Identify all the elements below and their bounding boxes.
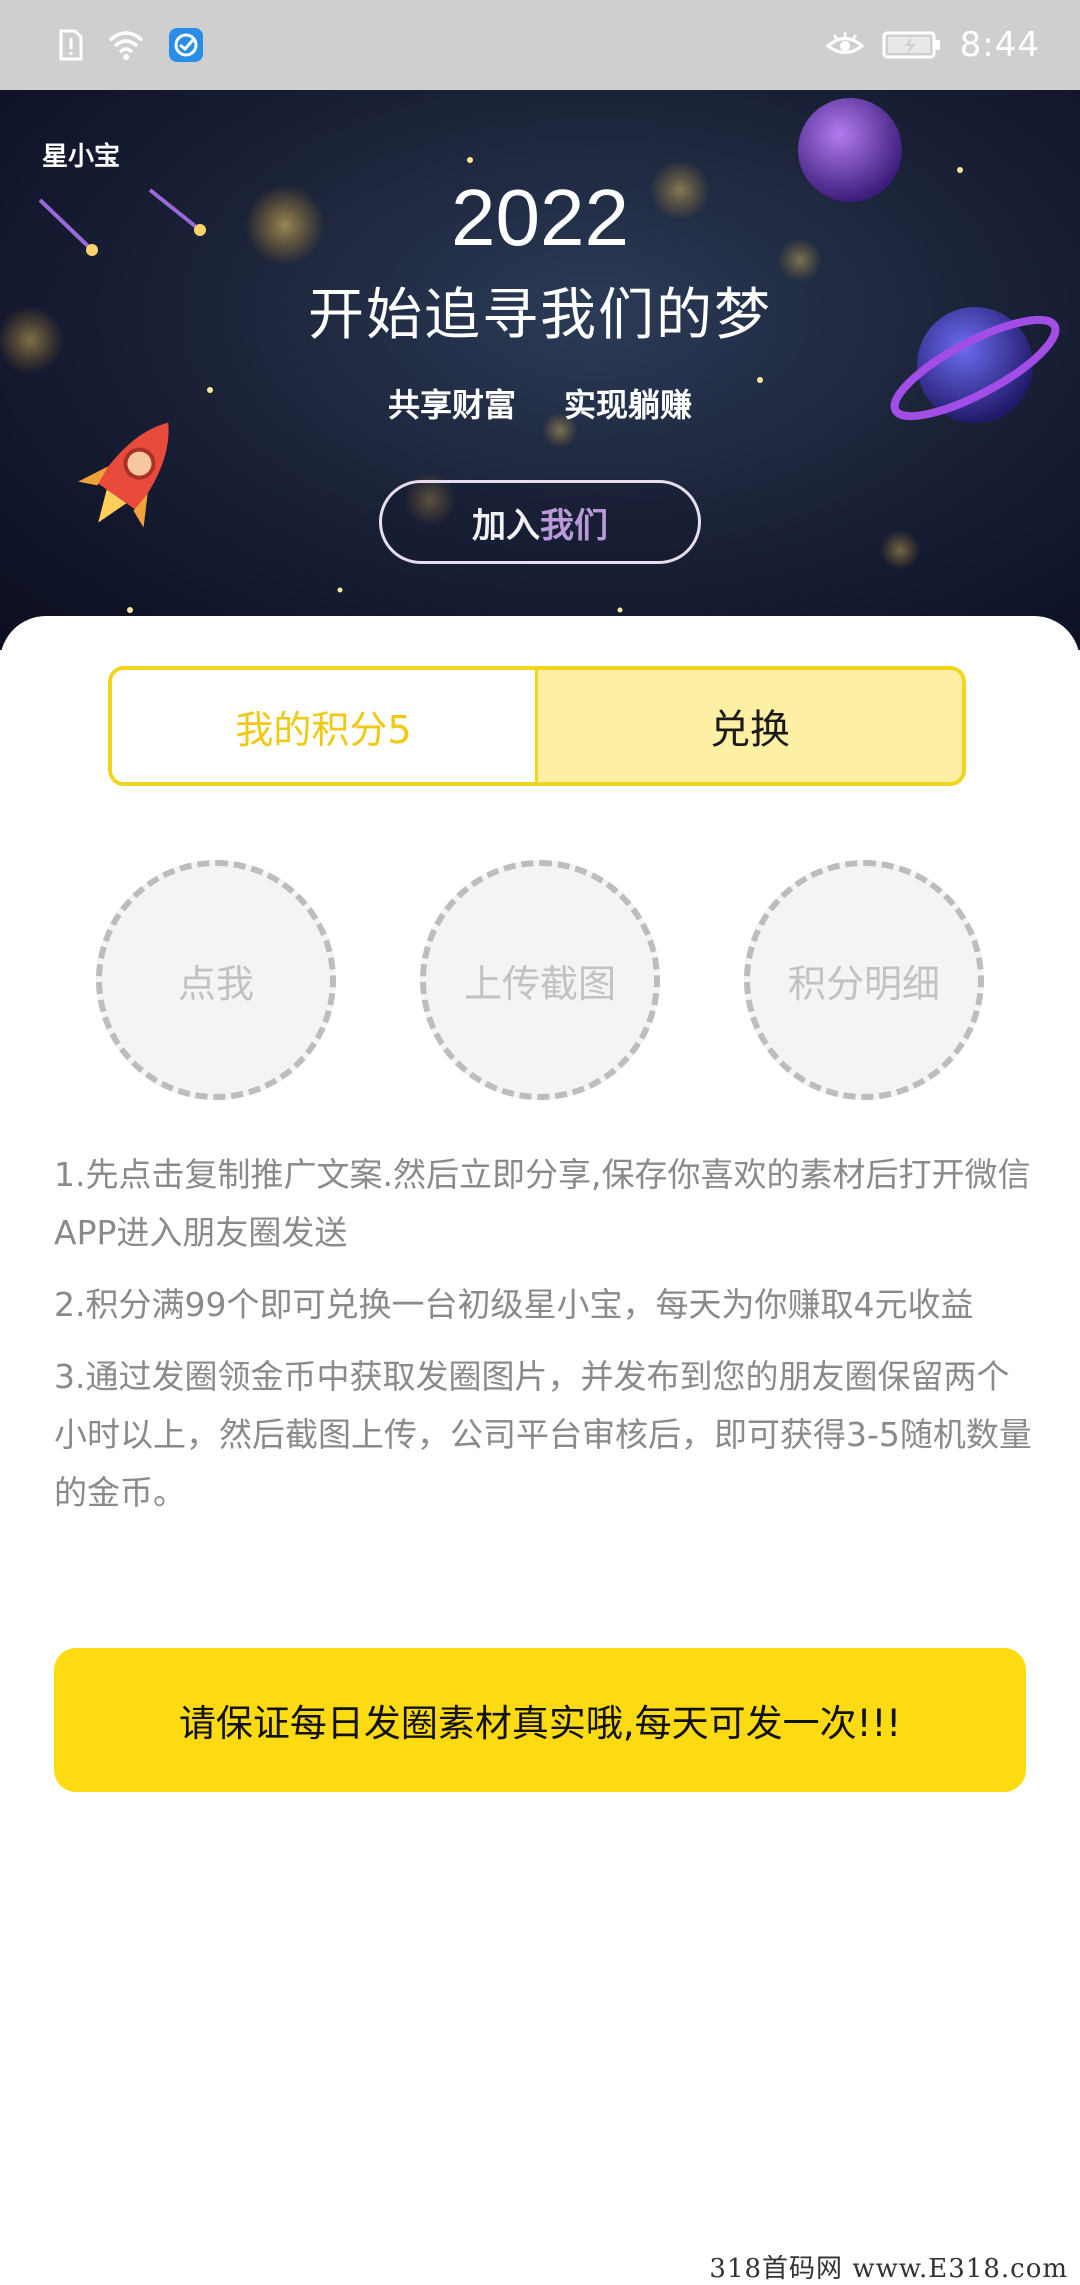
rule-item: 1.先点击复制推广文案.然后立即分享,保存你喜欢的素材后打开微信APP进入朋友圈… [54,1155,1031,1252]
rule-item: 3.通过发圈领金币中获取发圈图片，并发布到您的朋友圈保留两个小时以上，然后截图上… [54,1357,1032,1512]
score-bar: 我的积分5 兑换 [108,666,966,786]
content-card: 我的积分5 兑换 点我 上传截图 积分明细 1.先点击复制推广文案.然后立即分享… [0,616,1080,2280]
battery-charging-icon [882,30,942,60]
hero-title: 开始追寻我们的梦 [308,283,772,348]
wifi-icon [106,28,146,62]
hero-tag: 实现躺赚 [564,386,693,424]
hero-tag: 共享财富 [387,386,516,424]
app-notification-icon [168,27,204,63]
upload-screenshot-button[interactable]: 上传截图 [420,860,660,1100]
daily-notice-banner: 请保证每日发圈素材真实哦,每天可发一次!!! [54,1648,1026,1792]
watermark: 318首码网 www.E318.com [709,2254,1068,2284]
tap-me-button[interactable]: 点我 [96,860,336,1100]
hero-year: 2022 [451,173,629,262]
join-button-text-highlight: 我们 [540,505,608,546]
hero-tags: 共享财富 实现躺赚 [0,380,1080,426]
eye-icon [825,31,864,59]
exchange-button[interactable]: 兑换 [538,670,962,782]
status-right-icons: 8:44 [825,25,1040,65]
clock-time: 8:44 [959,25,1040,65]
hero-banner[interactable]: 星小宝 2022 开始追寻我们的梦 共享财富 实现躺赚 加入 我们 [0,90,1080,650]
status-bar: 8:44 [0,0,1080,90]
rules-list: 1.先点击复制推广文案.然后立即分享,保存你喜欢的素材后打开微信APP进入朋友圈… [54,1146,1034,1536]
my-points-display: 我的积分5 [112,670,538,782]
sim-alert-icon [58,28,84,62]
brand-label: 星小宝 [42,142,121,172]
points-detail-button[interactable]: 积分明细 [744,860,984,1100]
status-left-icons [58,27,204,63]
join-us-button[interactable]: 加入 我们 [379,480,701,564]
join-button-text: 加入 [472,505,540,546]
rule-item: 2.积分满99个即可兑换一台初级星小宝，每天为你赚取4元收益 [54,1285,974,1324]
